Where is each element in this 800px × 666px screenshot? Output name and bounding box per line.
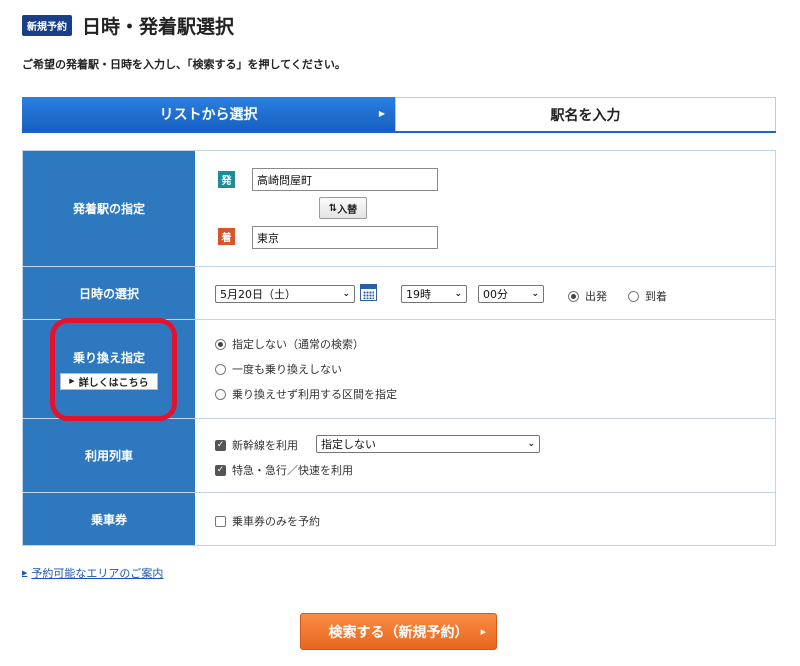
arrival-radio-label: 到着	[645, 290, 667, 303]
train-label: 利用列車	[84, 449, 133, 463]
transfer-content: 指定しない（通常の検索） 一度も乗り換えしない 乗り換えせず利用する区間を指定	[195, 320, 775, 418]
shinkansen-label: 新幹線を利用	[232, 439, 298, 452]
available-area-link-label: 予約可能なエリアのご案内	[31, 567, 164, 580]
row-datetime: 日時の選択 5月20日（土） ⌄ 19時 ⌄ 00分 ⌄ 出発 到着	[23, 266, 775, 319]
date-value: 5月20日（土）	[220, 288, 296, 301]
transfer-radio-default[interactable]	[215, 338, 226, 350]
transfer-option-label: 指定しない（通常の検索）	[232, 338, 364, 351]
row-ticket: 乗車券 乗車券のみを予約	[23, 492, 775, 545]
express-label: 特急・急行／快速を利用	[232, 464, 353, 477]
swap-label: 入替	[337, 204, 358, 216]
ticket-label: 乗車券	[90, 512, 127, 527]
search-button[interactable]: 検索する（新規予約） ▶	[300, 613, 497, 650]
arrival-tag: 着	[218, 228, 235, 245]
transfer-option-label: 一度も乗り換えしない	[232, 363, 342, 376]
instruction-text: ご希望の発着駅・日時を入力し、「検索する」を押してください。	[22, 58, 346, 71]
swap-stations-button[interactable]: ⇅ 入替	[319, 197, 367, 219]
chevron-down-icon: ⌄	[342, 289, 350, 299]
row-label-train: 利用列車	[23, 419, 195, 492]
tab-list-label: リストから選択	[159, 107, 258, 123]
ticket-only-label: 乗車券のみを予約	[232, 515, 320, 528]
date-select[interactable]: 5月20日（土） ⌄	[215, 285, 355, 303]
page-header: 新規予約 日時・発着駅選択	[22, 12, 234, 39]
stations-content: 発 高崎問屋町 ⇅ 入替 着 東京	[195, 151, 775, 266]
stations-label: 発着駅の指定	[72, 202, 145, 216]
minute-select[interactable]: 00分 ⌄	[478, 285, 544, 303]
arrival-radio[interactable]	[628, 290, 639, 302]
tab-arrow-icon: ▶	[378, 109, 385, 118]
departure-tag: 発	[218, 171, 235, 188]
calendar-icon[interactable]	[360, 284, 377, 301]
departure-station-input[interactable]: 高崎問屋町	[252, 168, 438, 191]
transfer-option-label: 乗り換えせず利用する区間を指定	[232, 388, 397, 401]
datetime-label: 日時の選択	[78, 286, 139, 301]
chevron-down-icon: ⌄	[531, 289, 539, 299]
transfer-radio-no-transfer[interactable]	[215, 363, 226, 375]
transfer-option-section[interactable]: 乗り換えせず利用する区間を指定	[215, 386, 397, 402]
chevron-down-icon: ⌄	[454, 289, 462, 299]
shinkansen-checkbox[interactable]: ✓	[215, 439, 226, 451]
row-label-datetime: 日時の選択	[23, 267, 195, 319]
ticket-only-checkbox[interactable]	[215, 515, 226, 527]
new-reservation-badge: 新規予約	[22, 15, 72, 36]
highlight-annotation	[50, 318, 177, 421]
available-area-link[interactable]: ▶ 予約可能なエリアのご案内	[22, 565, 163, 581]
tab-name-label: 駅名を入力	[550, 107, 621, 124]
page-title: 日時・発着駅選択	[82, 16, 235, 38]
hour-value: 19時	[406, 288, 431, 301]
row-train: 利用列車 ✓ 新幹線を利用 指定しない ⌄ ✓ 特急・急行／快速を利用	[23, 418, 775, 492]
shinkansen-option[interactable]: ✓ 新幹線を利用	[215, 437, 298, 453]
arrival-station-input[interactable]: 東京	[252, 226, 438, 249]
express-checkbox[interactable]: ✓	[215, 464, 226, 476]
search-button-label: 検索する（新規予約）	[328, 624, 469, 641]
row-stations: 発着駅の指定 発 高崎問屋町 ⇅ 入替 着 東京	[23, 151, 775, 266]
shinkansen-select[interactable]: 指定しない ⌄	[316, 435, 540, 453]
datetime-content: 5月20日（土） ⌄ 19時 ⌄ 00分 ⌄ 出発 到着	[195, 267, 775, 319]
play-triangle-icon: ▶	[22, 569, 28, 577]
departure-radio-label: 出発	[585, 290, 607, 303]
tab-enter-station-name[interactable]: 駅名を入力	[395, 97, 776, 131]
transfer-option-default[interactable]: 指定しない（通常の検索）	[215, 336, 364, 352]
chevron-down-icon: ⌄	[527, 439, 535, 449]
express-option[interactable]: ✓ 特急・急行／快速を利用	[215, 462, 353, 478]
hour-select[interactable]: 19時 ⌄	[401, 285, 467, 303]
tab-select-from-list[interactable]: リストから選択 ▶	[22, 97, 395, 131]
transfer-radio-section[interactable]	[215, 388, 226, 400]
play-triangle-icon: ▶	[480, 628, 486, 636]
transfer-option-no-transfer[interactable]: 一度も乗り換えしない	[215, 361, 342, 377]
ticket-only-option[interactable]: 乗車券のみを予約	[215, 513, 320, 529]
minute-value: 00分	[483, 288, 508, 301]
row-label-ticket: 乗車券	[23, 493, 195, 545]
departure-radio-option[interactable]: 出発	[568, 288, 607, 304]
departure-radio[interactable]	[568, 290, 579, 302]
shinkansen-select-value: 指定しない	[321, 438, 376, 451]
arrival-radio-option[interactable]: 到着	[628, 288, 667, 304]
station-input-tabs: リストから選択 ▶ 駅名を入力	[22, 97, 776, 133]
swap-arrows-icon: ⇅	[328, 202, 338, 214]
ticket-content: 乗車券のみを予約	[195, 493, 775, 545]
row-label-stations: 発着駅の指定	[23, 151, 195, 266]
train-content: ✓ 新幹線を利用 指定しない ⌄ ✓ 特急・急行／快速を利用	[195, 419, 775, 492]
